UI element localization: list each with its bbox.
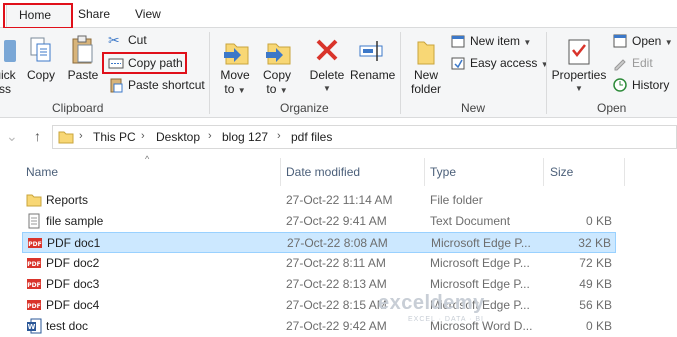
file-name: Reports: [46, 193, 89, 207]
svg-text:PDF: PDF: [27, 261, 40, 268]
delete-x-icon: [316, 39, 338, 61]
ribbon: uick ss Copy Paste ✂ Cut Copy path: [0, 28, 677, 118]
address-bar-area: ⌄ ↑ › This PC › Desktop › blog 127 › pdf…: [0, 120, 677, 154]
folder-icon: [26, 194, 42, 207]
text-file-icon: [28, 213, 40, 229]
folder-icon: [58, 131, 74, 144]
file-size: 32 KB: [578, 236, 611, 250]
list-item[interactable]: file sample 27-Oct-22 9:41 AM Text Docum…: [22, 211, 616, 232]
file-date: 27-Oct-22 9:42 AM: [286, 319, 387, 333]
breadcrumb-desktop[interactable]: Desktop: [156, 130, 200, 144]
file-type: Microsoft Edge P...: [430, 256, 530, 270]
up-arrow-icon[interactable]: ↑: [34, 128, 41, 144]
ribbon-separator: [400, 32, 401, 114]
organize-group-label: Organize: [280, 101, 329, 115]
chevron-right-icon[interactable]: ›: [277, 130, 281, 142]
rename-icon: [359, 41, 383, 61]
file-size: 0 KB: [585, 319, 612, 333]
clipboard-group-label: Clipboard: [52, 101, 104, 115]
list-item[interactable]: Reports 27-Oct-22 11:14 AM File folder: [22, 190, 616, 211]
column-size[interactable]: Size: [550, 165, 573, 179]
easy-access-icon: [451, 57, 465, 70]
open-icon: [613, 34, 627, 48]
ribbon-separator: [209, 32, 210, 114]
file-type: File folder: [430, 193, 483, 207]
list-item[interactable]: PDF PDF doc4 27-Oct-22 8:15 AM Microsoft…: [22, 295, 616, 316]
ribbon-separator: [546, 32, 547, 114]
chevron-right-icon[interactable]: ›: [79, 130, 83, 142]
pin-icon: [4, 40, 16, 62]
file-name: PDF doc2: [46, 256, 100, 270]
column-divider[interactable]: [280, 158, 281, 186]
tab-home[interactable]: Home: [6, 4, 72, 28]
column-type[interactable]: Type: [430, 165, 456, 179]
list-item-selected[interactable]: PDF PDF doc1 27-Oct-22 8:08 AM Microsoft…: [22, 232, 616, 253]
pdf-icon: PDF: [27, 258, 41, 268]
file-date: 27-Oct-22 9:41 AM: [286, 214, 387, 228]
file-date: 27-Oct-22 8:11 AM: [286, 256, 386, 270]
list-item[interactable]: PDF PDF doc2 27-Oct-22 8:11 AM Microsoft…: [22, 253, 616, 274]
copy-to-icon: [266, 43, 291, 65]
paste-shortcut-icon: [110, 78, 123, 93]
file-type: Microsoft Edge P...: [430, 277, 530, 291]
pdf-icon: PDF: [27, 279, 41, 289]
watermark-logo: exceldemy EXCEL · DATA · BI: [378, 292, 485, 323]
file-date: 27-Oct-22 8:08 AM: [287, 236, 388, 250]
file-size: 72 KB: [579, 256, 612, 270]
file-type: Microsoft Edge P...: [431, 236, 531, 250]
list-item[interactable]: PDF PDF doc3 27-Oct-22 8:13 AM Microsoft…: [22, 274, 616, 295]
breadcrumb-this-pc[interactable]: This PC: [93, 130, 136, 144]
svg-text:PDF: PDF: [28, 241, 41, 248]
chevron-right-icon[interactable]: ›: [141, 130, 145, 142]
file-size: 0 KB: [585, 214, 612, 228]
recent-locations-chevron-icon[interactable]: ⌄: [6, 128, 18, 145]
move-to-icon: [224, 43, 249, 65]
file-name: PDF doc1: [47, 236, 101, 250]
open-group-label: Open: [597, 101, 627, 115]
file-name: file sample: [46, 214, 104, 228]
tab-share[interactable]: Share: [78, 7, 110, 21]
breadcrumb-blog-127[interactable]: blog 127: [222, 130, 268, 144]
breadcrumb-pdf-files[interactable]: pdf files: [291, 130, 332, 144]
word-doc-icon: W: [27, 318, 42, 334]
properties-icon: [568, 39, 590, 65]
pdf-icon: PDF: [28, 238, 42, 248]
file-date: 27-Oct-22 8:13 AM: [286, 277, 387, 291]
properties-dropdown-arrow[interactable]: ▼: [550, 82, 608, 96]
column-divider[interactable]: [543, 158, 544, 186]
column-date-modified[interactable]: Date modified: [286, 165, 360, 179]
file-size: 56 KB: [579, 298, 612, 312]
file-type: Text Document: [430, 214, 511, 228]
delete-dropdown-arrow[interactable]: ▼: [308, 82, 346, 96]
breadcrumb[interactable]: › This PC › Desktop › blog 127 › pdf fil…: [52, 125, 677, 149]
svg-text:PDF: PDF: [27, 282, 40, 289]
column-divider[interactable]: [624, 158, 625, 186]
column-name[interactable]: Name: [26, 165, 58, 179]
file-list-header: ^ Name Date modified Type Size: [0, 154, 677, 188]
chevron-right-icon[interactable]: ›: [208, 130, 212, 142]
svg-text:PDF: PDF: [27, 303, 40, 310]
file-name: PDF doc4: [46, 298, 100, 312]
paste-icon: [72, 35, 93, 64]
copy-icon: [30, 37, 51, 62]
tab-view[interactable]: View: [135, 7, 161, 21]
pdf-icon: PDF: [27, 300, 41, 310]
copy-path-icon: [108, 58, 124, 69]
file-date: 27-Oct-22 8:15 AM: [286, 298, 387, 312]
edit-pencil-icon: [614, 59, 626, 71]
file-date: 27-Oct-22 11:14 AM: [286, 193, 393, 207]
file-name: test doc: [46, 319, 89, 333]
svg-text:W: W: [28, 323, 36, 331]
new-item-icon: [451, 35, 465, 48]
file-size: 49 KB: [579, 277, 612, 291]
ribbon-tabs: Home Share View: [0, 0, 677, 28]
history-icon: [613, 78, 627, 92]
column-divider[interactable]: [424, 158, 425, 186]
file-name: PDF doc3: [46, 277, 100, 291]
scissors-icon: ✂: [108, 32, 120, 48]
list-item[interactable]: W test doc 27-Oct-22 9:42 AM Microsoft W…: [22, 316, 616, 337]
sort-ascending-icon: ^: [145, 154, 150, 164]
new-folder-icon: [417, 41, 435, 65]
new-group-label: New: [461, 101, 486, 115]
